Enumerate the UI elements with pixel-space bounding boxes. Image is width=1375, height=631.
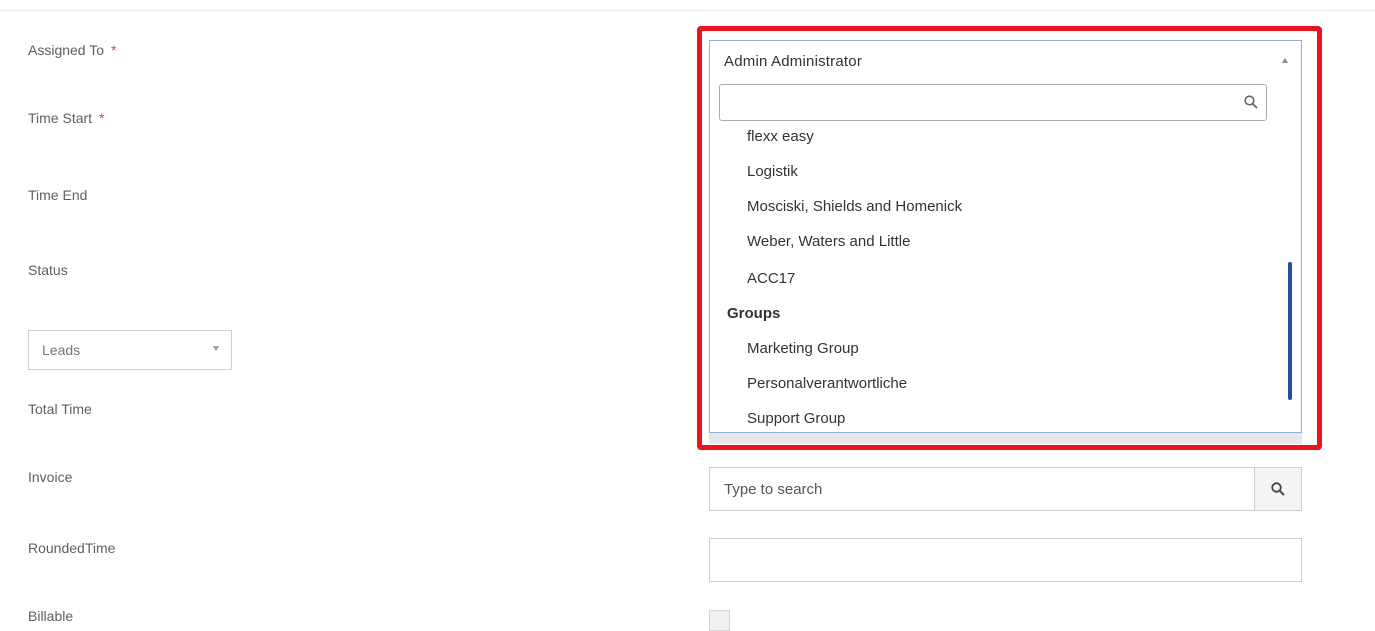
invoice-label: Invoice [28, 469, 73, 485]
group-heading: Groups [727, 305, 781, 322]
dropdown-option[interactable]: Personalverantwortliche [747, 375, 907, 392]
dropdown-option[interactable]: ACC17 [747, 270, 795, 287]
billable-label: Billable [28, 608, 74, 624]
chevron-down-icon [213, 346, 219, 351]
time-start-label-text: Time Start [28, 110, 93, 126]
required-marker: * [111, 42, 117, 58]
assigned-to-select[interactable]: Admin Administrator [709, 40, 1302, 80]
top-divider [0, 10, 1375, 11]
dropdown-search-input[interactable] [719, 84, 1267, 121]
invoice-search-input[interactable] [710, 468, 1224, 510]
search-icon [1271, 482, 1285, 496]
total-time-label: Total Time [28, 401, 92, 417]
assigned-to-value: Admin Administrator [724, 53, 863, 70]
time-start-label: Time Start * [28, 110, 105, 126]
dropdown-option[interactable]: Mosciski, Shields and Homenick [747, 198, 962, 215]
invoice-search-field[interactable] [709, 467, 1255, 511]
chevron-up-icon [1282, 58, 1288, 63]
time-end-label: Time End [28, 187, 88, 203]
leads-select-value: Leads [42, 342, 81, 358]
leads-select[interactable]: Leads [28, 330, 232, 370]
dropdown-option[interactable]: Logistik [747, 163, 798, 180]
assigned-to-dropdown: flexx easy Logistik Mosciski, Shields an… [709, 79, 1302, 433]
assigned-to-label-text: Assigned To [28, 42, 105, 58]
underlying-field-strip [709, 432, 1302, 444]
invoice-search-button[interactable] [1254, 467, 1302, 511]
dropdown-option[interactable]: Weber, Waters and Little [747, 233, 910, 250]
dropdown-option[interactable]: flexx easy [747, 128, 814, 145]
rounded-time-input[interactable] [709, 538, 1302, 582]
dropdown-option[interactable]: Support Group [747, 410, 845, 427]
dropdown-option[interactable]: Marketing Group [747, 340, 859, 357]
status-label: Status [28, 262, 68, 278]
required-marker: * [99, 110, 105, 126]
rounded-time-label: RoundedTime [28, 540, 116, 556]
dropdown-scrollbar[interactable] [1288, 262, 1292, 400]
search-icon [1244, 95, 1258, 109]
assigned-to-label: Assigned To * [28, 42, 116, 58]
